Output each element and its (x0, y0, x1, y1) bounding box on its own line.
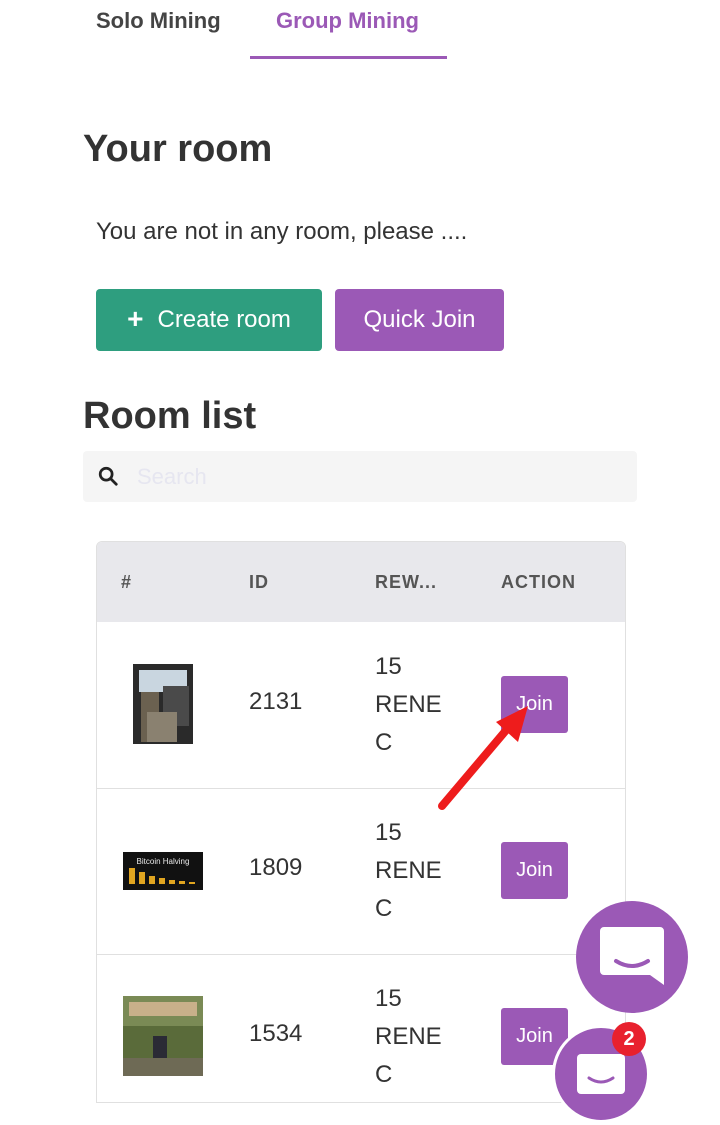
reward-amount: 15 (375, 653, 402, 680)
table-row: 2131 15 RENE C Join (97, 622, 625, 789)
room-reward: 15 RENE C (375, 814, 455, 928)
column-header-number: # (121, 572, 133, 592)
create-room-label: Create room (157, 306, 291, 333)
reward-unit: RENE (375, 1023, 442, 1050)
no-room-message: You are not in any room, please .... (96, 218, 468, 245)
room-thumbnail (123, 996, 203, 1076)
table-header: # ID REW... ACTION (97, 542, 625, 622)
reward-amount: 15 (375, 985, 402, 1012)
tab-group-mining[interactable]: Group Mining (276, 8, 419, 34)
reward-unit-cont: C (375, 1061, 393, 1088)
unread-badge: 2 (612, 1022, 646, 1056)
room-id: 2131 (249, 688, 303, 715)
search-icon (98, 466, 118, 486)
quick-join-label: Quick Join (363, 306, 476, 333)
join-button[interactable]: Join (501, 842, 568, 899)
room-id: 1534 (249, 1020, 303, 1047)
chat-icon (600, 927, 664, 985)
room-table: # ID REW... ACTION 2131 15 RENE C Join B… (96, 541, 626, 1103)
room-thumbnail: Bitcoin Halving (123, 852, 203, 890)
column-header-id: ID (249, 572, 269, 592)
your-room-heading: Your room (83, 128, 273, 170)
reward-amount: 15 (375, 819, 402, 846)
column-header-reward: REW... (375, 572, 438, 592)
room-id: 1809 (249, 854, 303, 881)
table-row: Bitcoin Halving 1809 15 RENE C Join (97, 788, 625, 955)
create-room-button[interactable]: + Create room (96, 289, 322, 351)
mining-tabs: Solo Mining Group Mining (0, 0, 720, 60)
arrow-icon (438, 706, 528, 810)
reward-unit-cont: C (375, 895, 393, 922)
search-input[interactable] (135, 459, 619, 495)
chat-launcher-button[interactable] (576, 901, 688, 1013)
column-header-action: ACTION (501, 572, 576, 592)
search-bar (83, 451, 637, 502)
tab-solo-mining[interactable]: Solo Mining (96, 8, 221, 34)
quick-join-button[interactable]: Quick Join (335, 289, 504, 351)
table-row: 1534 15 RENE C Join (97, 954, 625, 1102)
thumbnail-caption: Bitcoin Halving (137, 857, 190, 866)
reward-unit: RENE (375, 857, 442, 884)
room-thumbnail (133, 664, 193, 744)
room-reward: 15 RENE C (375, 980, 455, 1094)
active-tab-indicator (250, 56, 447, 59)
room-list-heading: Room list (83, 395, 257, 437)
plus-icon: + (127, 302, 144, 334)
